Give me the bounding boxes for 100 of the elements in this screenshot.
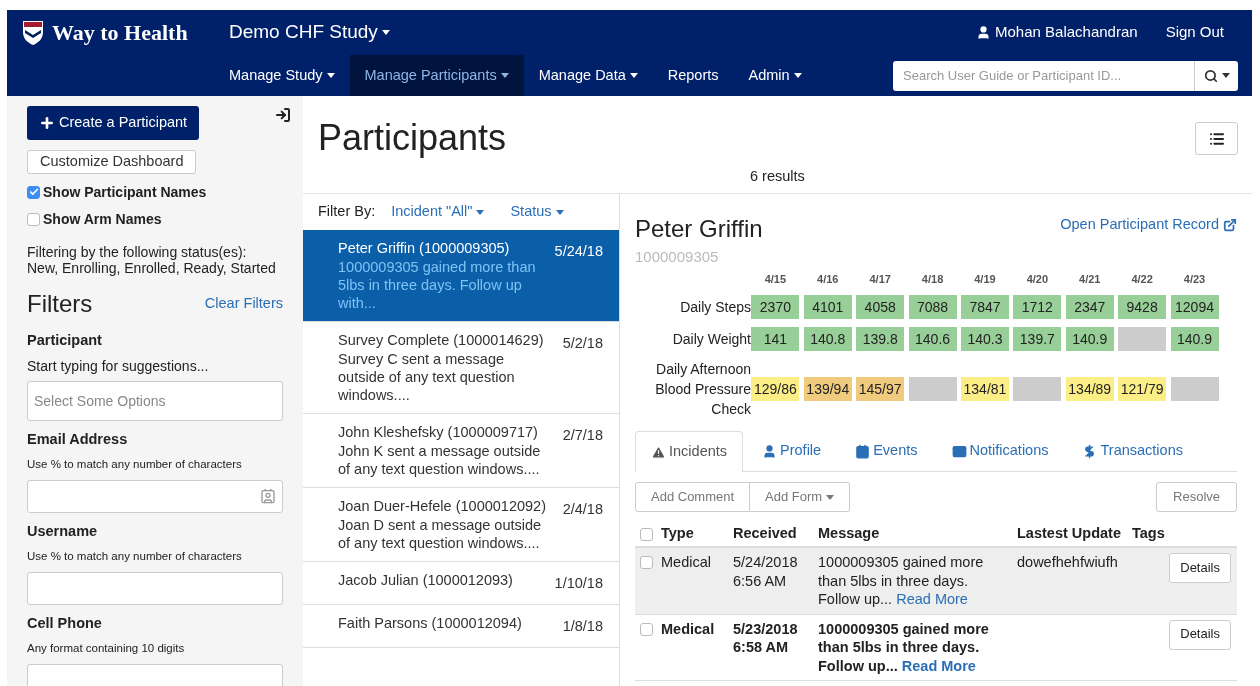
tab-icon [855,443,871,459]
participant-list-item[interactable]: Peter Griffin (1000009305) 1000009305 gained more than 5lbs in three days. Follow up with... 5/24/18 [303,230,619,322]
detail-tab[interactable]: Transactions [1067,431,1198,471]
contact-card-icon [260,488,276,504]
nav-menu-item[interactable]: Manage Participants [349,55,524,96]
details-button[interactable]: Details [1169,619,1231,650]
date-column-header: 4/19 [973,271,997,287]
field-label: Cell Phone [27,613,103,633]
participant-id: 1000009305 [635,247,720,267]
metric-value-cell: 121/79 [1118,377,1167,401]
metric-value-cell: 2347 [1065,295,1114,319]
metric-value-cell: 140.3 [960,327,1009,351]
participant-date: 2/4/18 [562,500,603,519]
metric-value-cell: 139.7 [1013,327,1062,351]
column-header: Type [661,524,695,544]
shield-logo-icon [22,19,44,46]
participant-date: 5/24/18 [554,242,603,261]
details-button[interactable]: Details [1169,553,1231,583]
metric-value-cell: 129/86 [751,377,800,401]
field-hint: Any format containing 10 digits [27,641,186,657]
nav-menu-item[interactable]: Manage Study [214,55,350,96]
participant-name: Faith Parsons (1000012094) [338,613,523,633]
participant-name: John Kleshefsky (1000009717) [338,423,539,442]
nav-menu-item[interactable]: Reports [652,55,734,96]
nav-menu-item[interactable]: Manage Data [523,55,653,96]
participant-date: 1/8/18 [562,616,603,636]
filter-dropdown[interactable]: Incident "All" [391,201,485,223]
resolve-button[interactable]: Resolve [1156,482,1237,512]
checkbox[interactable] [27,212,40,226]
date-column-header: 4/21 [1078,271,1102,287]
sign-out-link[interactable]: Sign Out [1165,21,1224,44]
read-more-link[interactable]: Read More [896,591,968,607]
field-label: Email Address [27,429,129,449]
clear-filters-link[interactable]: Clear Filters [204,292,283,315]
external-link-icon [1223,217,1237,232]
select-field[interactable]: Select Some Options [27,380,283,421]
metric-value-cell: 139/94 [803,377,852,401]
user-link[interactable]: Mohan Balachandran [976,21,1138,44]
checkbox[interactable] [640,527,653,541]
read-more-link[interactable]: Read More [901,657,976,674]
metric-value-cell: 12094 [1170,295,1219,319]
checkbox[interactable] [640,622,653,636]
create-participant-button[interactable]: Create a Participant [27,106,200,140]
customize-dashboard-button[interactable]: Customize Dashboard [27,150,197,174]
participant-message: John K sent a message outside of any text question windows.... [338,442,542,478]
metric-value-cell: 134/89 [1065,377,1114,401]
metric-value-cell: 139.8 [856,327,905,351]
metric-value-cell: 1712 [1013,295,1062,319]
input-field[interactable] [27,571,283,605]
app-logo-text[interactable]: Way to Health [52,16,188,49]
add-form-button[interactable]: Add Form [750,482,851,512]
detail-tab[interactable]: Profile [747,431,837,471]
date-column-header: 4/17 [868,271,892,287]
detail-tab[interactable]: Events [840,431,933,471]
checkbox-label[interactable]: Show Participant Names [43,181,207,203]
metric-label: Daily Afternoon Blood Pressure Check [654,360,751,419]
column-header: Message [818,524,881,544]
table-cell-text: 5/24/2018 6:56 AM [733,553,799,590]
checkbox[interactable] [640,556,653,569]
caret-icon [476,209,485,215]
caret-icon [381,30,390,35]
filters-heading: Filters [27,288,93,319]
add-comment-button[interactable]: Add Comment [635,482,751,512]
field-label: Participant [27,330,103,350]
plus-icon [39,115,55,131]
collapse-sidebar-icon[interactable] [275,107,291,123]
participant-date: 5/2/18 [562,334,603,353]
input-field[interactable] [27,479,283,513]
column-header: Tags [1132,524,1165,544]
field-label: Username [27,521,99,541]
participant-heading: Peter Griffin [635,216,763,242]
open-record-link[interactable]: Open Participant Record [1060,214,1237,236]
user-icon [976,25,991,40]
caret-icon [555,209,564,215]
filter-dropdown[interactable]: Status [510,201,564,223]
column-header: Lastest Update [1017,524,1122,544]
participant-message: Survey C sent a message outside of any text question windows.... [338,350,516,404]
participant-name: Joan Duer-Hefele (1000012092) [338,497,547,516]
table-cell-text: 1000009305 gained more than 5lbs in three days. Follow up... Read More [818,553,985,609]
list-view-button[interactable] [1195,122,1238,155]
study-selector[interactable]: Demo CHF Study [229,18,390,47]
checkbox-label[interactable]: Show Arm Names [43,208,162,230]
caret-icon [793,73,802,78]
date-column-header: 4/23 [1182,271,1207,287]
field-hint: Use % to match any number of characters [27,549,243,565]
nav-menu-item[interactable]: Admin [733,55,817,96]
field-hint: Start typing for suggestions... [27,356,210,376]
participant-name: Peter Griffin (1000009305) [338,239,511,258]
participant-date: 1/10/18 [554,574,603,593]
filter-by-label: Filter By: [318,202,376,222]
detail-tab[interactable]: Notifications [936,431,1064,471]
checkbox[interactable] [27,185,40,199]
metric-label: Daily Weight [671,330,751,349]
detail-tab[interactable]: Incidents [635,431,744,472]
table-cell-text: Medical [661,553,712,572]
metric-value-cell: 4058 [856,295,905,319]
list-icon [1208,130,1225,147]
metric-value-cell: 141 [751,327,800,351]
date-column-header: 4/18 [920,271,945,287]
metric-value-cell: 2370 [751,295,800,319]
